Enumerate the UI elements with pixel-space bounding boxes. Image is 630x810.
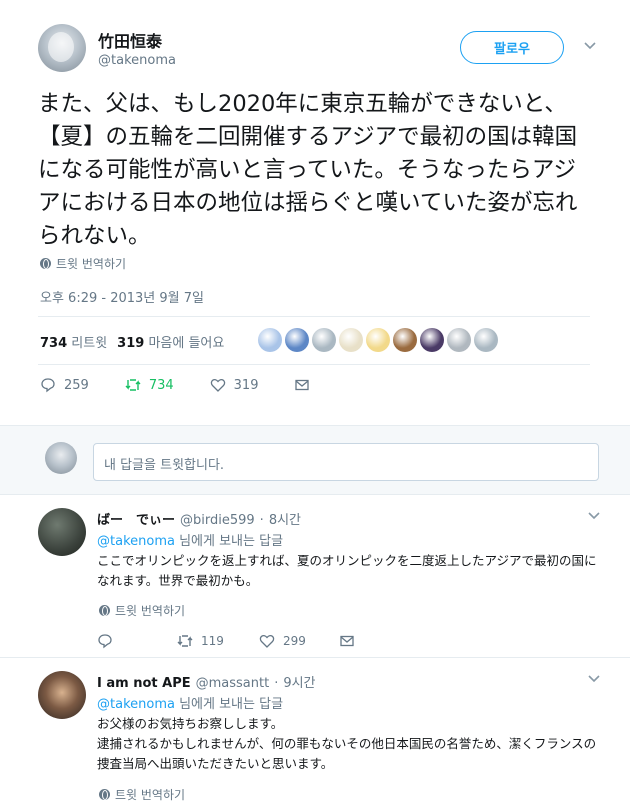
author-avatar[interactable] bbox=[38, 24, 86, 72]
translate-label: 트윗 번역하기 bbox=[56, 257, 127, 271]
user-avatar bbox=[45, 442, 77, 474]
author-handle[interactable]: @takenoma bbox=[98, 53, 176, 68]
reply-header: I am not APE @massantt · 9시간 bbox=[97, 672, 316, 691]
reply-text: ここでオリンピックを返上すれば、夏のオリンピックを二度返上したアジアで最初の国に… bbox=[97, 553, 597, 588]
mention-link[interactable]: @takenoma bbox=[97, 534, 175, 549]
reply-icon bbox=[41, 378, 55, 393]
reply-count: 259 bbox=[64, 377, 89, 393]
globe-icon bbox=[99, 605, 110, 616]
likes-stat[interactable]: 319 마음에 들어요 bbox=[117, 332, 224, 351]
retweet-count: 734 bbox=[148, 377, 174, 393]
translate-label: 트윗 번역하기 bbox=[115, 604, 186, 618]
liker-avatar[interactable] bbox=[312, 328, 336, 352]
tweet-stats: 734 리트윗 319 마음에 들어요 bbox=[40, 332, 224, 351]
translate-tweet-link[interactable]: 트윗 번역하기 bbox=[40, 255, 126, 272]
reply-author-name[interactable]: ばー でぃー bbox=[97, 509, 175, 528]
heart-icon bbox=[259, 634, 275, 648]
reply-author-handle[interactable]: @massantt bbox=[196, 676, 270, 691]
direct-message-button[interactable] bbox=[294, 377, 310, 393]
reply-input[interactable]: 내 답글을 트윗합니다. bbox=[93, 443, 599, 481]
replying-suffix: 님에게 보내는 답글 bbox=[174, 697, 284, 712]
reply-composer: 내 답글을 트윗합니다. bbox=[0, 425, 630, 495]
translate-tweet-link[interactable]: 트윗 번역하기 bbox=[99, 786, 185, 803]
liker-avatars bbox=[258, 328, 498, 352]
retweet-count: 119 bbox=[201, 634, 224, 648]
like-button[interactable]: 299 bbox=[259, 633, 339, 649]
replying-suffix: 님에게 보내는 답글 bbox=[174, 534, 284, 549]
like-button[interactable]: 319 bbox=[210, 377, 259, 393]
reply-button[interactable]: 259 bbox=[40, 377, 89, 393]
reply-icon bbox=[98, 634, 112, 649]
heart-icon bbox=[210, 378, 225, 392]
tweet-actions: 259 734 319 bbox=[40, 377, 346, 393]
liker-avatar[interactable] bbox=[258, 328, 282, 352]
mail-icon bbox=[295, 379, 310, 391]
retweet-button[interactable]: 119 bbox=[177, 633, 259, 649]
mention-link[interactable]: @takenoma bbox=[97, 697, 175, 712]
tweet-text: また、父は、もし2020年に東京五輪ができないと、【夏】の五輪を二回開催するアジ… bbox=[38, 91, 578, 249]
author-name[interactable]: 竹田恒泰 bbox=[98, 28, 162, 52]
reply-actions: 119 299 bbox=[97, 633, 355, 649]
translate-tweet-link[interactable]: 트윗 번역하기 bbox=[99, 602, 185, 619]
reply-text: お父様のお気持ちお察しします。 逮捕されるかもしれませんが、何の罪もないその他日… bbox=[97, 716, 597, 771]
divider bbox=[38, 364, 590, 365]
reply-button[interactable] bbox=[97, 633, 177, 649]
likes-label: 마음에 들어요 bbox=[148, 336, 225, 351]
reply-tweet[interactable]: ばー でぃー @birdie599 · 8시간 @takenoma 님에게 보내… bbox=[0, 495, 630, 658]
retweet-icon bbox=[177, 635, 193, 647]
divider bbox=[38, 316, 590, 317]
retweets-label: 리트윗 bbox=[71, 336, 108, 351]
main-tweet: 竹田恒泰 @takenoma 팔로우 また、父は、もし2020年に東京五輪ができ… bbox=[0, 0, 630, 425]
reply-time[interactable]: 9시간 bbox=[283, 672, 315, 691]
reply-author-name[interactable]: I am not APE bbox=[97, 676, 191, 691]
liker-avatar[interactable] bbox=[420, 328, 444, 352]
separator-dot: · bbox=[274, 676, 279, 691]
tweet-timestamp[interactable]: 오후 6:29 - 2013년 9월 7일 bbox=[40, 287, 204, 306]
follow-button[interactable]: 팔로우 bbox=[460, 31, 564, 64]
reply-header: ばー でぃー @birdie599 · 8시간 bbox=[97, 509, 301, 528]
mail-icon bbox=[340, 635, 354, 647]
liker-avatar[interactable] bbox=[447, 328, 471, 352]
liker-avatar[interactable] bbox=[285, 328, 309, 352]
retweets-count: 734 bbox=[40, 336, 68, 351]
like-count: 319 bbox=[233, 377, 259, 393]
retweet-button[interactable]: 734 bbox=[125, 377, 174, 393]
replying-to: @takenoma 님에게 보내는 답글 bbox=[97, 530, 283, 549]
retweet-icon bbox=[125, 379, 141, 391]
liker-avatar[interactable] bbox=[339, 328, 363, 352]
chevron-down-icon[interactable] bbox=[588, 509, 600, 524]
liker-avatar[interactable] bbox=[474, 328, 498, 352]
reply-time[interactable]: 8시간 bbox=[269, 509, 301, 528]
replying-to: @takenoma 님에게 보내는 답글 bbox=[97, 693, 283, 712]
globe-icon bbox=[99, 789, 110, 800]
chevron-down-icon[interactable] bbox=[584, 39, 596, 54]
retweets-stat[interactable]: 734 리트윗 bbox=[40, 332, 107, 351]
liker-avatar[interactable] bbox=[393, 328, 417, 352]
reply-author-avatar[interactable] bbox=[38, 671, 86, 719]
chevron-down-icon[interactable] bbox=[588, 672, 600, 687]
separator-dot: · bbox=[259, 513, 264, 528]
translate-label: 트윗 번역하기 bbox=[115, 788, 186, 802]
reply-author-handle[interactable]: @birdie599 bbox=[180, 513, 255, 528]
direct-message-button[interactable] bbox=[339, 633, 355, 649]
reply-tweet[interactable]: I am not APE @massantt · 9시간 @takenoma 님… bbox=[0, 658, 630, 810]
like-count: 299 bbox=[283, 634, 306, 648]
likes-count: 319 bbox=[117, 336, 145, 351]
liker-avatar[interactable] bbox=[366, 328, 390, 352]
globe-icon bbox=[40, 258, 51, 269]
reply-author-avatar[interactable] bbox=[38, 508, 86, 556]
